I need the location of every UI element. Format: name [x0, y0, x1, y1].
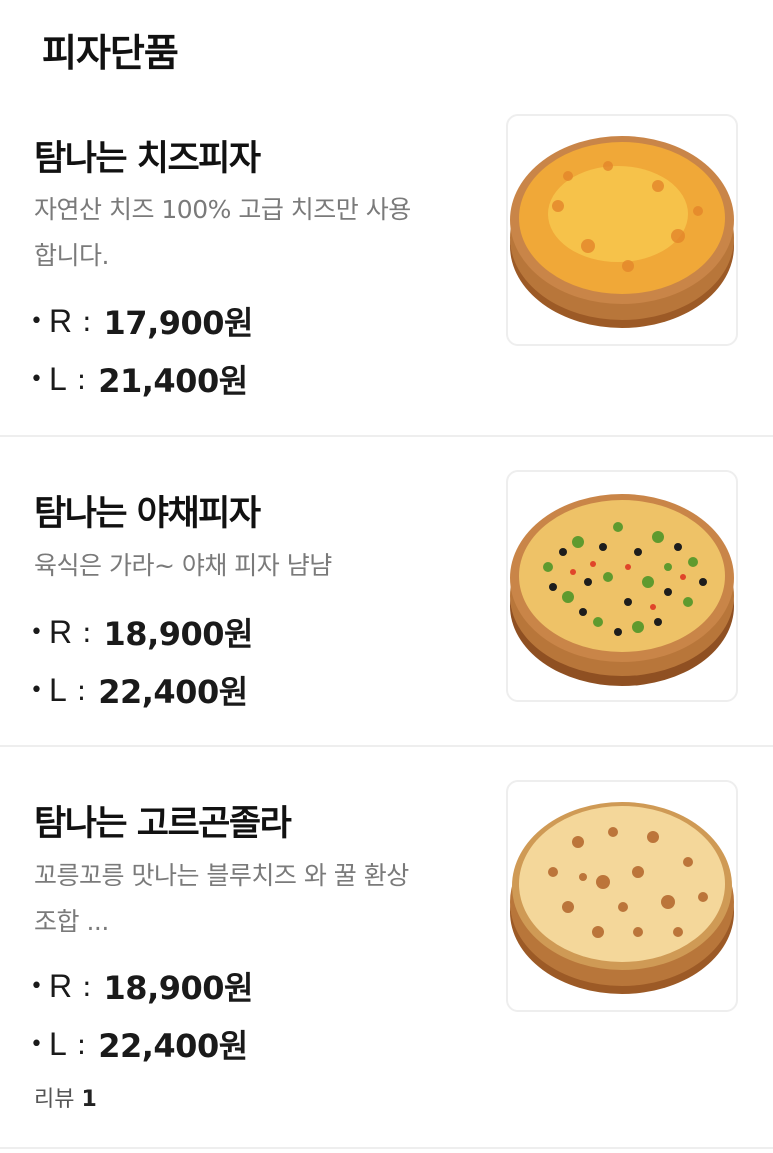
item-name: 탐나는 치즈피자 [34, 139, 261, 179]
menu-item-cheese-pizza[interactable]: 탐나는 치즈피자 자연산 치즈 100% 고급 치즈만 사용합니다. • R :… [0, 92, 773, 437]
price-amount: 21,400원 [98, 362, 248, 400]
size-label: L [48, 1025, 67, 1062]
review-count[interactable]: 리뷰 1 [34, 1081, 97, 1113]
price-amount: 18,900원 [103, 615, 254, 653]
price-amount: 18,900원 [103, 969, 254, 1007]
size-label: R [48, 967, 73, 1004]
item-name: 탐나는 야채피자 [34, 494, 261, 534]
price-large: • L : 22,400원 [30, 1021, 248, 1067]
review-label: 리뷰 [34, 1087, 75, 1112]
cheese-pizza-image[interactable] [506, 114, 738, 346]
price-amount: 22,400원 [98, 1027, 248, 1065]
price-regular: • R : 18,900원 [30, 963, 253, 1009]
menu-item-vegetable-pizza[interactable]: 탐나는 야채피자 육식은 가라~ 야채 피자 냠냠 • R : 18,900원 … [0, 437, 773, 747]
review-number: 1 [81, 1087, 97, 1112]
vegetable-pizza-image[interactable] [506, 470, 738, 702]
item-description: 육식은 가라~ 야채 피자 냠냠 [34, 551, 332, 580]
price-regular: • R : 17,900원 [30, 298, 253, 344]
item-name: 탐나는 고르곤졸라 [34, 804, 292, 844]
menu-item-gorgonzola-pizza[interactable]: 탐나는 고르곤졸라 꼬릉꼬릉 맛나는 블루치즈 와 꿀 환상조합 ... • R… [0, 747, 773, 1149]
size-label: L [48, 360, 67, 397]
price-regular: • R : 18,900원 [30, 609, 253, 655]
price-amount: 17,900원 [103, 304, 254, 342]
price-large: • L : 21,400원 [30, 356, 248, 402]
item-description: 꼬릉꼬릉 맛나는 블루치즈 와 꿀 환상조합 ... [34, 861, 409, 936]
price-large: • L : 22,400원 [30, 667, 248, 713]
section-title: 피자단품 [42, 31, 179, 75]
size-label: L [48, 671, 67, 708]
gorgonzola-pizza-image[interactable] [506, 780, 738, 1012]
price-amount: 22,400원 [98, 673, 248, 711]
size-label: R [48, 302, 73, 339]
item-description: 자연산 치즈 100% 고급 치즈만 사용합니다. [34, 195, 411, 270]
size-label: R [48, 613, 73, 650]
